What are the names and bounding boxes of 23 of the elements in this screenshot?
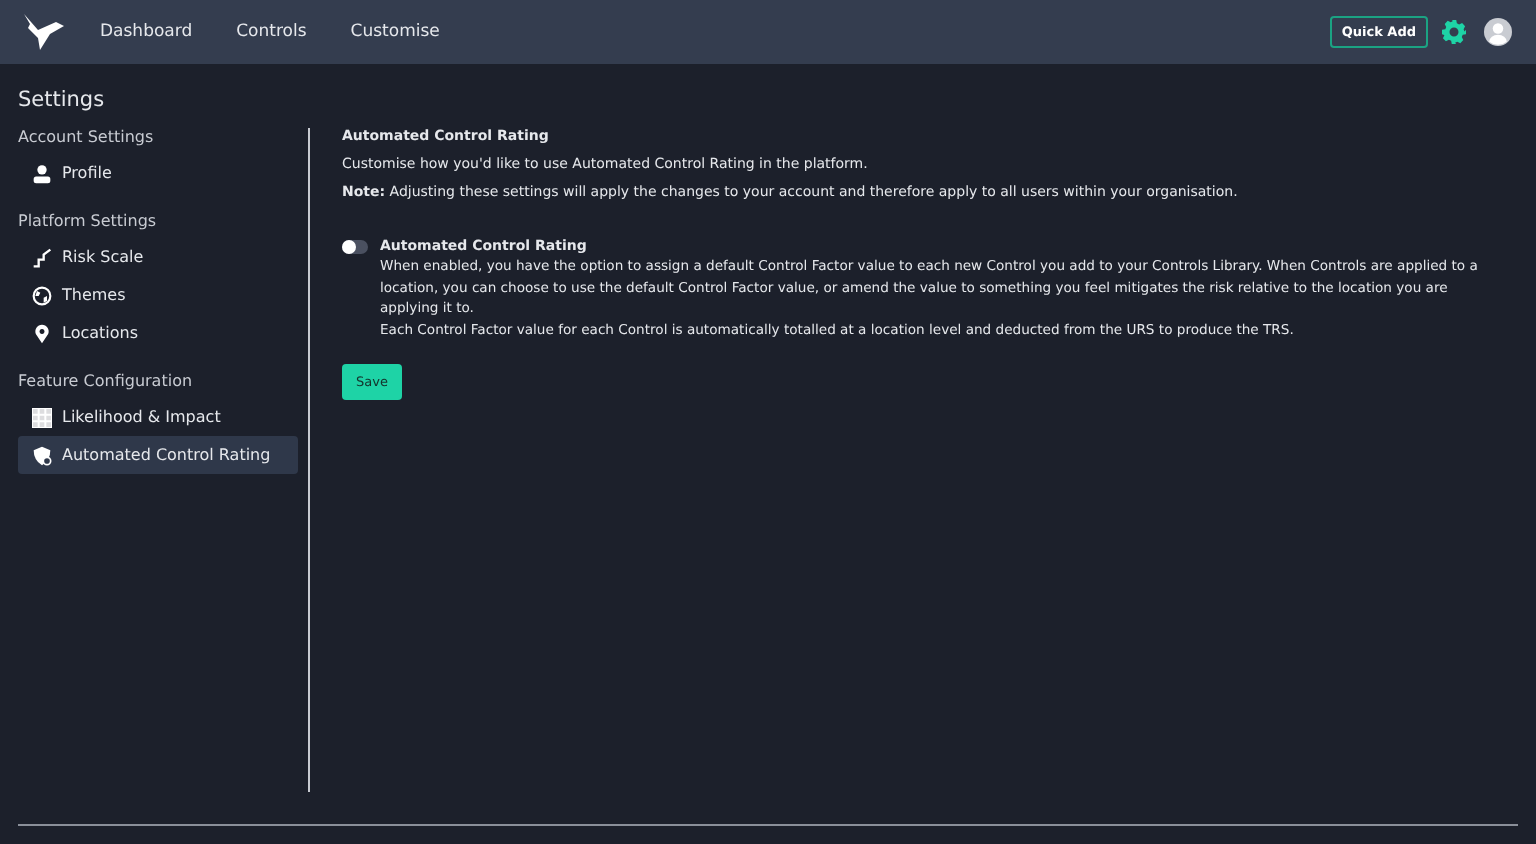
toggle-switch[interactable] <box>342 240 368 254</box>
page-title: Settings <box>18 88 107 112</box>
sidebar-item[interactable]: Automated Control Rating <box>18 436 298 474</box>
avatar-icon[interactable] <box>1484 18 1512 46</box>
nav-link[interactable]: Customise <box>350 22 440 42</box>
map-pin-icon <box>32 323 52 343</box>
stairs-icon <box>32 247 52 267</box>
globe-icon <box>32 285 52 305</box>
sidebar-item[interactable]: Profile <box>18 154 298 192</box>
settings-icon[interactable] <box>1442 20 1466 44</box>
person-icon <box>32 163 52 183</box>
grid-icon <box>32 407 52 427</box>
section-heading: Feature Configuration <box>18 372 195 390</box>
nav-link[interactable]: Dashboard <box>100 22 193 42</box>
section-heading: Platform Settings <box>18 212 159 230</box>
shield-icon <box>32 445 52 465</box>
sidebar-item[interactable]: Likelihood & Impact <box>18 398 298 436</box>
nav-link[interactable]: Controls <box>236 22 307 42</box>
sidebar-item[interactable]: Risk Scale <box>18 238 298 276</box>
sidebar-item[interactable]: Locations <box>18 314 298 352</box>
section-heading: Account Settings <box>18 128 156 146</box>
bird-logo-icon[interactable] <box>20 12 68 52</box>
sidebar-item[interactable]: Themes <box>18 276 298 314</box>
